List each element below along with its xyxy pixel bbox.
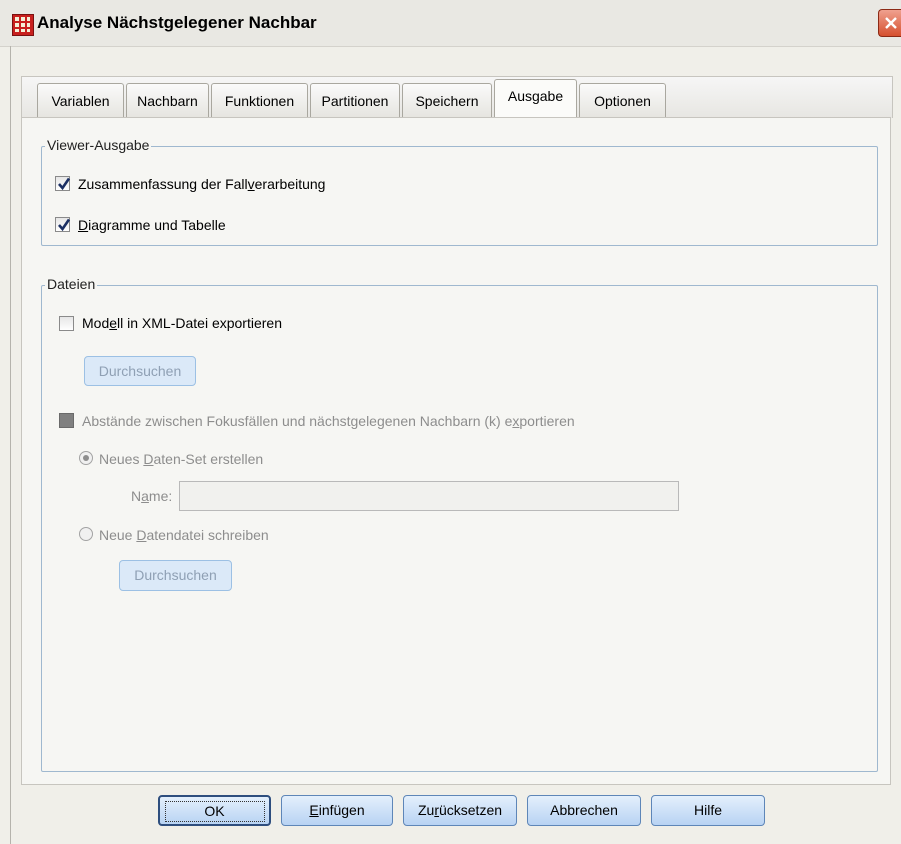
browse-xml-button[interactable]: Durchsuchen [84,356,196,386]
help-button[interactable]: Hilfe [651,795,765,826]
new-dataset-label[interactable]: Neues Daten-Set erstellen [99,451,263,467]
tab-funktionen[interactable]: Funktionen [211,83,308,117]
name-input[interactable] [179,481,679,511]
tab-partitionen[interactable]: Partitionen [310,83,400,117]
files-legend: Dateien [45,276,98,292]
name-label: Name: [131,488,173,504]
case-summary-checkbox[interactable] [55,176,71,191]
tab-variablen[interactable]: Variablen [37,83,124,117]
tab-ausgabe[interactable]: Ausgabe [494,79,577,117]
export-distances-label[interactable]: Abstände zwischen Fokusfällen und nächst… [82,413,575,429]
browse-datafile-button[interactable]: Durchsuchen [119,560,232,591]
tab-speichern[interactable]: Speichern [402,83,492,117]
charts-tables-checkbox[interactable] [55,217,71,232]
charts-tables-label[interactable]: Diagramme und Tabelle [78,217,226,233]
tab-optionen[interactable]: Optionen [579,83,666,117]
new-dataset-radio[interactable] [79,451,93,465]
reset-button[interactable]: Zurücksetzen [403,795,517,826]
export-xml-checkbox[interactable] [59,316,74,331]
export-distances-checkbox[interactable] [59,413,74,428]
title-bar: Analyse Nächstgelegener Nachbar [0,0,901,47]
paste-button[interactable]: Einfügen [281,795,393,826]
viewer-output-legend: Viewer-Ausgabe [45,137,152,153]
new-datafile-radio[interactable] [79,527,93,541]
close-icon[interactable] [878,9,901,37]
export-xml-label[interactable]: Modell in XML-Datei exportieren [82,315,282,331]
cancel-button[interactable]: Abbrechen [527,795,641,826]
ok-button[interactable]: OK [158,795,271,826]
spss-table-icon [12,14,34,36]
new-datafile-label[interactable]: Neue Datendatei schreiben [99,527,269,543]
tab-nachbarn[interactable]: Nachbarn [126,83,209,117]
window-title: Analyse Nächstgelegener Nachbar [37,13,317,32]
case-summary-label[interactable]: Zusammenfassung der Fallverarbeitung [78,176,325,192]
